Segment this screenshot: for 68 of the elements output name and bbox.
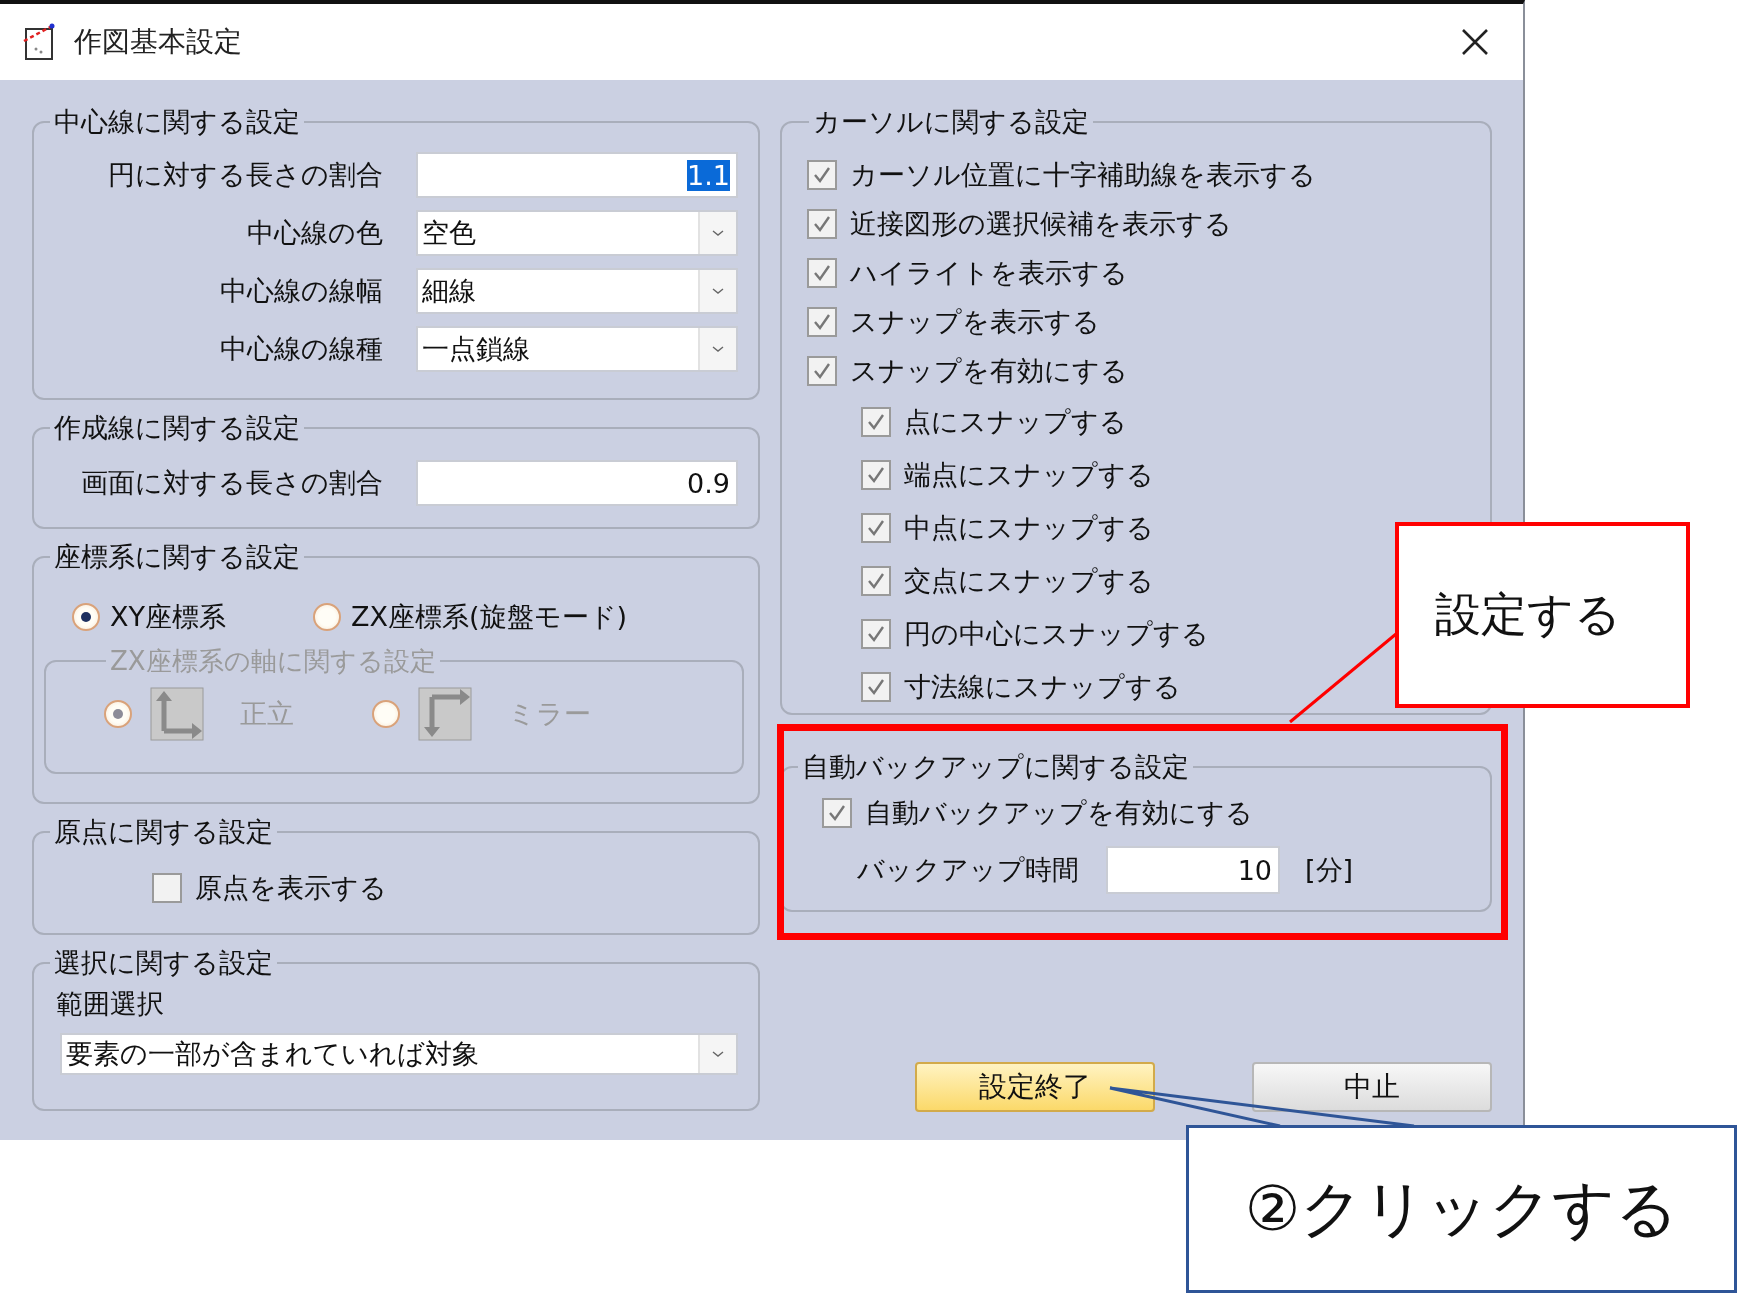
checkbox[interactable]: [861, 512, 891, 543]
checkbox[interactable]: [861, 565, 891, 596]
field-label: 画面に対する長さの割合: [80, 466, 383, 500]
checkbox-label: 交点にスナップする: [904, 563, 1154, 598]
checkbox[interactable]: [861, 406, 891, 437]
caret-icon: [698, 328, 736, 370]
checkbox[interactable]: [861, 618, 891, 649]
text-field[interactable]: 0.9: [416, 460, 738, 506]
checkbox-label: カーソル位置に十字補助線を表示する: [850, 157, 1316, 192]
radio-button[interactable]: [72, 603, 100, 631]
checkbox[interactable]: [807, 208, 837, 239]
radio-label: XY座標系: [110, 600, 226, 634]
dropdown-field[interactable]: 細線: [416, 268, 738, 314]
group-title: ZX座標系の軸に関する設定: [109, 645, 437, 678]
checkbox-label: 点にスナップする: [904, 404, 1127, 439]
group-title: 選択に関する設定: [53, 946, 274, 980]
dialog-button[interactable]: 設定終了: [915, 1062, 1155, 1112]
right-down-arrows-icon: [418, 687, 472, 741]
radio-label: ミラー: [508, 697, 591, 731]
group-title: カーソルに関する設定: [812, 105, 1090, 139]
checkbox-label: 中点にスナップする: [904, 510, 1154, 545]
text-field[interactable]: 1.1: [416, 152, 738, 198]
checkbox-label: 近接図形の選択候補を表示する: [850, 206, 1232, 241]
unit-label: [分]: [1305, 853, 1354, 887]
checkbox-label: 寸法線にスナップする: [904, 669, 1181, 704]
group-title: 原点に関する設定: [53, 815, 274, 849]
group-title: 作成線に関する設定: [53, 411, 301, 445]
group-title: 座標系に関する設定: [53, 540, 301, 574]
checkbox[interactable]: [861, 459, 891, 490]
checkbox[interactable]: [861, 671, 891, 702]
checkbox[interactable]: [822, 798, 852, 828]
dropdown-field[interactable]: 空色: [416, 210, 738, 256]
caret-icon: [698, 270, 736, 312]
dialog-button[interactable]: 中止: [1252, 1062, 1492, 1112]
checkbox[interactable]: [152, 873, 182, 903]
checkbox[interactable]: [807, 159, 837, 190]
group-title: 自動バックアップに関する設定: [801, 750, 1190, 784]
checkbox-label: スナップを有効にする: [850, 353, 1128, 388]
caret-icon: [698, 1035, 736, 1073]
checkbox-label: 端点にスナップする: [904, 457, 1154, 492]
dropdown-field[interactable]: 要素の一部が含まれていれば対象: [60, 1033, 738, 1075]
close-icon[interactable]: [1461, 28, 1489, 56]
window-title: 作図基本設定: [74, 24, 242, 60]
field-label: 中心線の線種: [219, 332, 383, 366]
checkbox[interactable]: [807, 355, 837, 386]
field-label: 円に対する長さの割合: [107, 158, 383, 192]
caret-icon: [698, 212, 736, 254]
checkbox-label: 円の中心にスナップする: [904, 616, 1209, 651]
field-label: 中心線の線幅: [219, 274, 383, 308]
checkbox-label: スナップを表示する: [850, 304, 1100, 339]
checkbox-label: ハイライトを表示する: [850, 255, 1128, 290]
group-title: 中心線に関する設定: [53, 105, 301, 139]
checkbox[interactable]: [807, 306, 837, 337]
field-label: 範囲選択: [56, 987, 165, 1021]
radio-label: ZX座標系(旋盤モード): [351, 600, 628, 634]
checkbox[interactable]: [807, 257, 837, 288]
callout-box: ②クリックする: [1186, 1125, 1737, 1293]
checkbox-label: 原点を表示する: [195, 871, 387, 905]
checkbox-label: 自動バックアップを有効にする: [865, 796, 1253, 830]
dropdown-field[interactable]: 一点鎖線: [416, 326, 738, 372]
callout-box: 設定する: [1395, 522, 1690, 708]
radio-button[interactable]: [313, 603, 341, 631]
field-label: 中心線の色: [246, 216, 383, 250]
field-label: バックアップ時間: [857, 853, 1080, 887]
app-icon: [22, 23, 56, 61]
up-right-arrows-icon: [150, 687, 204, 741]
text-field[interactable]: 10: [1106, 846, 1280, 894]
radio-label: 正立: [240, 697, 294, 731]
